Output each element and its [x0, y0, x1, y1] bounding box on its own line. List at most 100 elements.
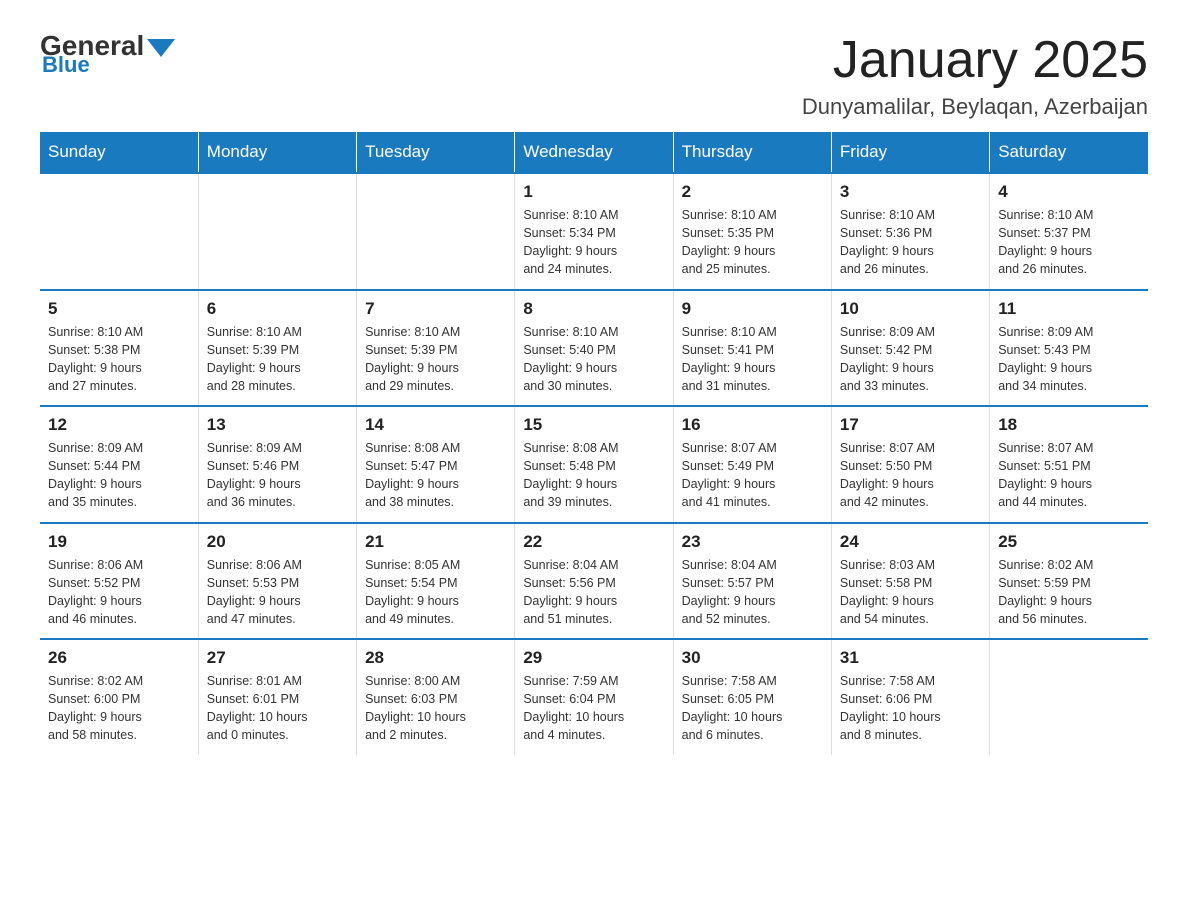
day-number: 16 — [682, 415, 823, 435]
day-number: 18 — [998, 415, 1140, 435]
day-info: Sunrise: 8:01 AMSunset: 6:01 PMDaylight:… — [207, 672, 348, 745]
calendar-cell: 9Sunrise: 8:10 AMSunset: 5:41 PMDaylight… — [673, 290, 831, 407]
day-info: Sunrise: 8:10 AMSunset: 5:39 PMDaylight:… — [207, 323, 348, 396]
day-info: Sunrise: 8:10 AMSunset: 5:37 PMDaylight:… — [998, 206, 1140, 279]
day-info: Sunrise: 8:10 AMSunset: 5:39 PMDaylight:… — [365, 323, 506, 396]
day-info: Sunrise: 8:10 AMSunset: 5:34 PMDaylight:… — [523, 206, 664, 279]
day-info: Sunrise: 8:03 AMSunset: 5:58 PMDaylight:… — [840, 556, 981, 629]
page-header: General Blue January 2025 Dunyamalilar, … — [40, 30, 1148, 120]
calendar-week-row: 12 Sunrise: 8:09 AMSunset: 5:44 PMDayligh… — [40, 406, 1148, 523]
day-number: 30 — [682, 648, 823, 668]
calendar-cell: 7 Sunrise: 8:10 AMSunset: 5:39 PMDaylight… — [357, 290, 515, 407]
day-number: 20 — [207, 532, 348, 552]
day-number: 12 — [48, 415, 190, 435]
day-info: Sunrise: 8:05 AMSunset: 5:54 PMDaylight:… — [365, 556, 506, 629]
day-number: 21 — [365, 532, 506, 552]
col-header-monday: Monday — [198, 132, 356, 173]
calendar-cell: 11Sunrise: 8:09 AMSunset: 5:43 PMDayligh… — [990, 290, 1148, 407]
day-info: Sunrise: 8:00 AMSunset: 6:03 PMDaylight:… — [365, 672, 506, 745]
calendar-cell: 26 Sunrise: 8:02 AMSunset: 6:00 PMDayligh… — [40, 639, 198, 755]
calendar-cell: 1 Sunrise: 8:10 AMSunset: 5:34 PMDaylight… — [515, 173, 673, 290]
calendar-cell: 25 Sunrise: 8:02 AMSunset: 5:59 PMDayligh… — [990, 523, 1148, 640]
day-info: Sunrise: 8:06 AMSunset: 5:52 PMDaylight:… — [48, 556, 190, 629]
calendar-cell: 24 Sunrise: 8:03 AMSunset: 5:58 PMDayligh… — [831, 523, 989, 640]
calendar-week-row: 26 Sunrise: 8:02 AMSunset: 6:00 PMDayligh… — [40, 639, 1148, 755]
day-info: Sunrise: 8:08 AMSunset: 5:47 PMDaylight:… — [365, 439, 506, 512]
calendar-cell: 8Sunrise: 8:10 AMSunset: 5:40 PMDaylight… — [515, 290, 673, 407]
calendar-cell: 21 Sunrise: 8:05 AMSunset: 5:54 PMDayligh… — [357, 523, 515, 640]
day-number: 29 — [523, 648, 664, 668]
day-number: 24 — [840, 532, 981, 552]
day-number: 9 — [682, 299, 823, 319]
day-info: Sunrise: 8:02 AMSunset: 6:00 PMDaylight:… — [48, 672, 190, 745]
col-header-friday: Friday — [831, 132, 989, 173]
day-number: 25 — [998, 532, 1140, 552]
calendar-cell — [40, 173, 198, 290]
calendar-cell: 29 Sunrise: 7:59 AMSunset: 6:04 PMDayligh… — [515, 639, 673, 755]
day-info: Sunrise: 8:09 AMSunset: 5:44 PMDaylight:… — [48, 439, 190, 512]
day-number: 23 — [682, 532, 823, 552]
day-info: Sunrise: 8:04 AMSunset: 5:56 PMDaylight:… — [523, 556, 664, 629]
col-header-saturday: Saturday — [990, 132, 1148, 173]
col-header-sunday: Sunday — [40, 132, 198, 173]
day-number: 7 — [365, 299, 506, 319]
logo-blue-text: Blue — [40, 52, 90, 78]
calendar-cell: 20Sunrise: 8:06 AMSunset: 5:53 PMDayligh… — [198, 523, 356, 640]
day-info: Sunrise: 8:08 AMSunset: 5:48 PMDaylight:… — [523, 439, 664, 512]
col-header-thursday: Thursday — [673, 132, 831, 173]
day-number: 15 — [523, 415, 664, 435]
calendar-week-row: 1 Sunrise: 8:10 AMSunset: 5:34 PMDaylight… — [40, 173, 1148, 290]
day-info: Sunrise: 8:07 AMSunset: 5:50 PMDaylight:… — [840, 439, 981, 512]
calendar-cell: 10 Sunrise: 8:09 AMSunset: 5:42 PMDayligh… — [831, 290, 989, 407]
col-header-tuesday: Tuesday — [357, 132, 515, 173]
calendar-cell: 16 Sunrise: 8:07 AMSunset: 5:49 PMDayligh… — [673, 406, 831, 523]
calendar-week-row: 19 Sunrise: 8:06 AMSunset: 5:52 PMDayligh… — [40, 523, 1148, 640]
day-number: 1 — [523, 182, 664, 202]
day-info: Sunrise: 8:07 AMSunset: 5:51 PMDaylight:… — [998, 439, 1140, 512]
day-info: Sunrise: 8:09 AMSunset: 5:43 PMDaylight:… — [998, 323, 1140, 396]
calendar-table: SundayMondayTuesdayWednesdayThursdayFrid… — [40, 132, 1148, 755]
day-number: 3 — [840, 182, 981, 202]
day-number: 5 — [48, 299, 190, 319]
calendar-cell — [990, 639, 1148, 755]
day-number: 10 — [840, 299, 981, 319]
day-info: Sunrise: 7:58 AMSunset: 6:05 PMDaylight:… — [682, 672, 823, 745]
day-info: Sunrise: 8:10 AMSunset: 5:35 PMDaylight:… — [682, 206, 823, 279]
calendar-cell: 15 Sunrise: 8:08 AMSunset: 5:48 PMDayligh… — [515, 406, 673, 523]
calendar-cell: 14 Sunrise: 8:08 AMSunset: 5:47 PMDayligh… — [357, 406, 515, 523]
day-info: Sunrise: 8:09 AMSunset: 5:46 PMDaylight:… — [207, 439, 348, 512]
month-title: January 2025 — [802, 30, 1148, 90]
day-number: 31 — [840, 648, 981, 668]
calendar-cell: 28 Sunrise: 8:00 AMSunset: 6:03 PMDayligh… — [357, 639, 515, 755]
calendar-cell: 4 Sunrise: 8:10 AMSunset: 5:37 PMDaylight… — [990, 173, 1148, 290]
calendar-cell: 27Sunrise: 8:01 AMSunset: 6:01 PMDayligh… — [198, 639, 356, 755]
calendar-cell: 12 Sunrise: 8:09 AMSunset: 5:44 PMDayligh… — [40, 406, 198, 523]
day-info: Sunrise: 8:10 AMSunset: 5:36 PMDaylight:… — [840, 206, 981, 279]
logo: General Blue — [40, 30, 175, 78]
day-number: 14 — [365, 415, 506, 435]
day-number: 6 — [207, 299, 348, 319]
calendar-cell: 19 Sunrise: 8:06 AMSunset: 5:52 PMDayligh… — [40, 523, 198, 640]
day-info: Sunrise: 7:58 AMSunset: 6:06 PMDaylight:… — [840, 672, 981, 745]
day-number: 4 — [998, 182, 1140, 202]
calendar-cell: 30 Sunrise: 7:58 AMSunset: 6:05 PMDayligh… — [673, 639, 831, 755]
calendar-header-row: SundayMondayTuesdayWednesdayThursdayFrid… — [40, 132, 1148, 173]
day-info: Sunrise: 8:07 AMSunset: 5:49 PMDaylight:… — [682, 439, 823, 512]
day-number: 19 — [48, 532, 190, 552]
location: Dunyamalilar, Beylaqan, Azerbaijan — [802, 94, 1148, 120]
calendar-cell: 2 Sunrise: 8:10 AMSunset: 5:35 PMDaylight… — [673, 173, 831, 290]
day-number: 28 — [365, 648, 506, 668]
calendar-cell: 23Sunrise: 8:04 AMSunset: 5:57 PMDayligh… — [673, 523, 831, 640]
day-info: Sunrise: 7:59 AMSunset: 6:04 PMDaylight:… — [523, 672, 664, 745]
logo-arrow-icon — [147, 39, 175, 57]
calendar-cell: 31 Sunrise: 7:58 AMSunset: 6:06 PMDayligh… — [831, 639, 989, 755]
day-number: 26 — [48, 648, 190, 668]
calendar-cell: 17 Sunrise: 8:07 AMSunset: 5:50 PMDayligh… — [831, 406, 989, 523]
day-number: 17 — [840, 415, 981, 435]
calendar-cell: 22Sunrise: 8:04 AMSunset: 5:56 PMDayligh… — [515, 523, 673, 640]
calendar-week-row: 5Sunrise: 8:10 AMSunset: 5:38 PMDaylight… — [40, 290, 1148, 407]
day-info: Sunrise: 8:02 AMSunset: 5:59 PMDaylight:… — [998, 556, 1140, 629]
day-info: Sunrise: 8:09 AMSunset: 5:42 PMDaylight:… — [840, 323, 981, 396]
day-number: 2 — [682, 182, 823, 202]
calendar-cell: 5Sunrise: 8:10 AMSunset: 5:38 PMDaylight… — [40, 290, 198, 407]
